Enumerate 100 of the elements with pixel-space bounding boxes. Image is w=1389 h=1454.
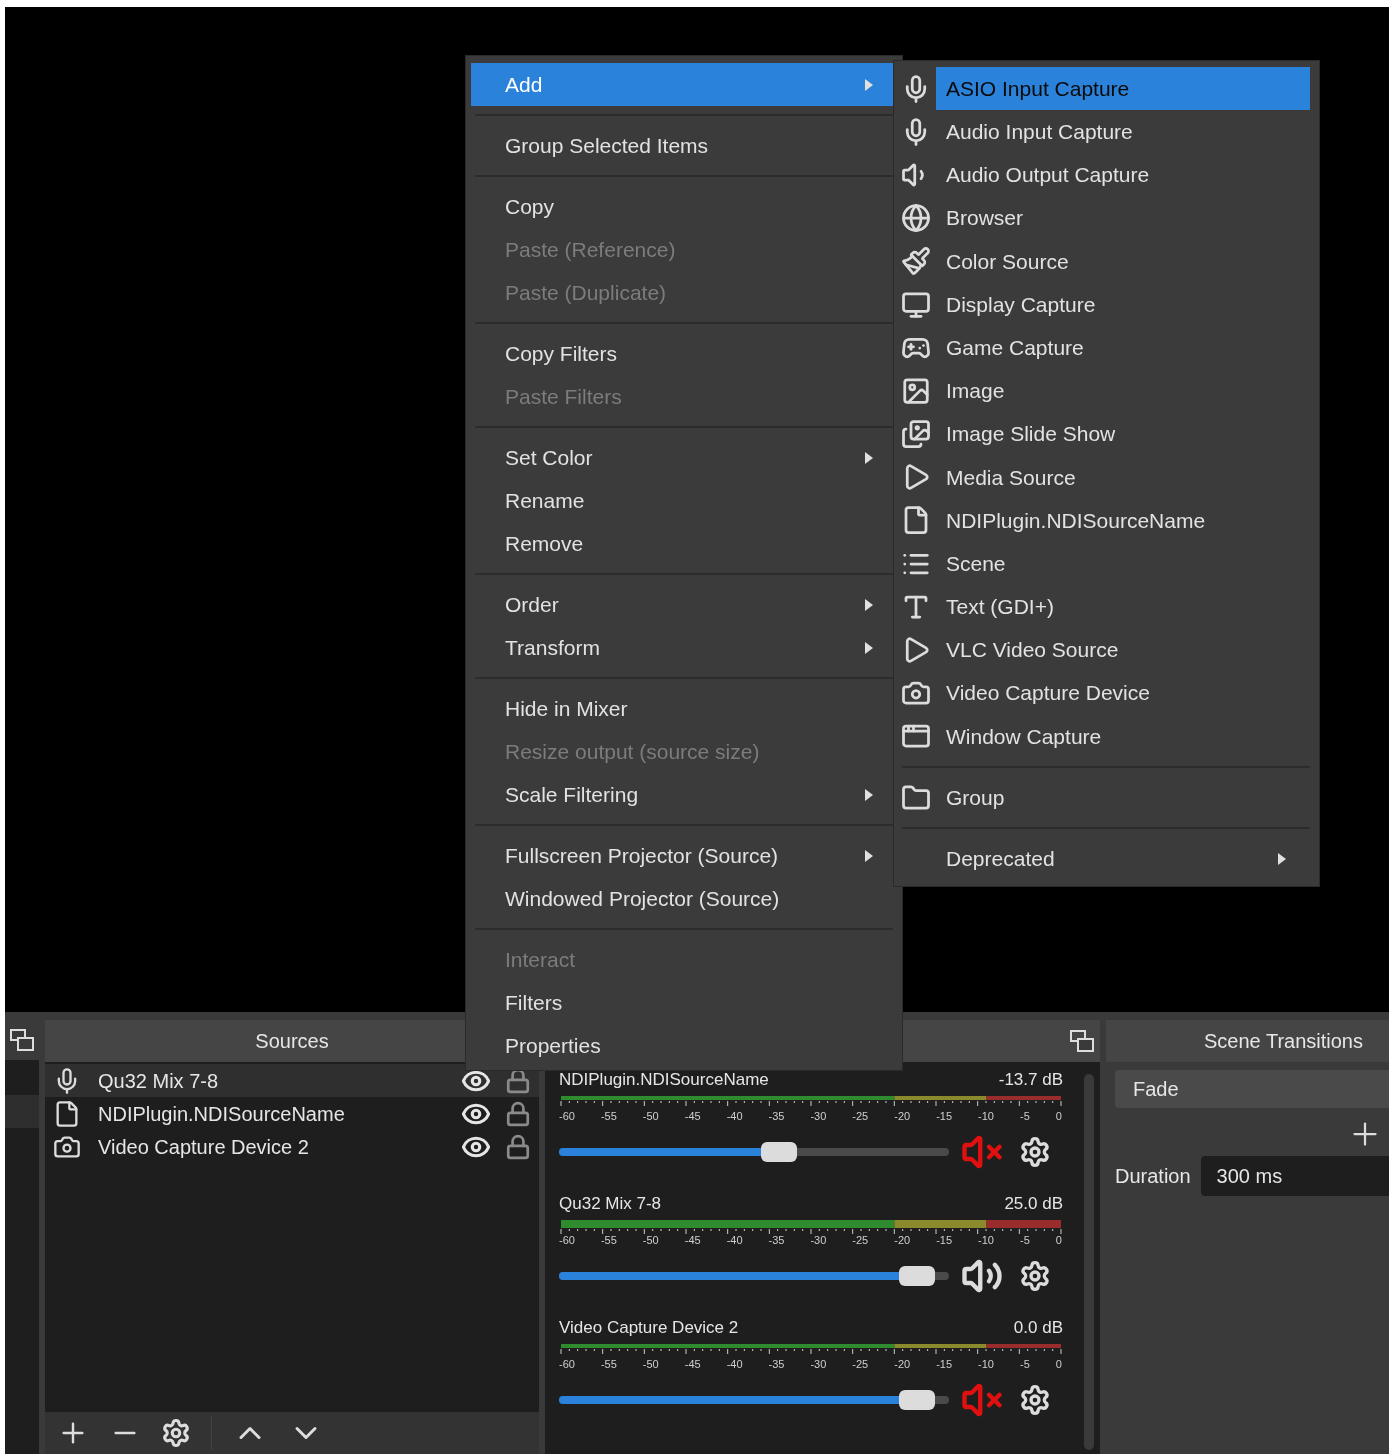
scale-label: -30 bbox=[810, 1234, 827, 1247]
channel-reading: 25.0 dB bbox=[1004, 1192, 1063, 1215]
source-name: Video Capture Device 2 bbox=[98, 1134, 310, 1160]
images-icon bbox=[901, 419, 931, 450]
caret-icon bbox=[865, 788, 873, 801]
source-row[interactable]: Video Capture Device 2 bbox=[45, 1130, 539, 1163]
menu-item[interactable]: Set Color bbox=[471, 436, 897, 479]
menu-item[interactable]: Filters bbox=[471, 981, 897, 1024]
scale-label: -55 bbox=[600, 1358, 617, 1371]
panel-title: Scene Transitions bbox=[1106, 1020, 1389, 1062]
menu-item[interactable]: Group Selected Items bbox=[471, 124, 897, 167]
menu-item[interactable]: Rename bbox=[471, 479, 897, 522]
float-icon[interactable] bbox=[1070, 1030, 1094, 1052]
scale-label: -60 bbox=[559, 1234, 575, 1247]
source-name: Qu32 Mix 7-8 bbox=[98, 1068, 220, 1094]
submenu-item[interactable]: VLC Video Source bbox=[936, 628, 1310, 672]
menu-item[interactable]: Windowed Projector (Source) bbox=[471, 877, 897, 920]
submenu-item[interactable]: ASIO Input Capture bbox=[936, 67, 1310, 111]
scale-label: -20 bbox=[894, 1358, 911, 1371]
scale-label: 0 bbox=[1055, 1358, 1062, 1371]
submenu-item[interactable]: Media Source bbox=[936, 455, 1310, 499]
submenu-item[interactable]: Image Slide Show bbox=[936, 412, 1310, 456]
channel-reading: 0.0 dB bbox=[1013, 1316, 1063, 1339]
submenu-item[interactable]: Audio Output Capture bbox=[936, 153, 1310, 197]
menu-item[interactable]: Transform bbox=[471, 626, 897, 669]
scale-label: -50 bbox=[642, 1358, 659, 1371]
caret-icon bbox=[865, 849, 873, 862]
menu-item[interactable]: Copy Filters bbox=[471, 332, 897, 375]
scale-label: -10 bbox=[978, 1234, 994, 1247]
settings-icon[interactable] bbox=[1019, 1136, 1051, 1168]
duration-label: Duration bbox=[1115, 1164, 1191, 1189]
scale-label: -55 bbox=[600, 1234, 617, 1247]
source-row[interactable]: NDIPlugin.NDISourceName bbox=[45, 1097, 539, 1130]
lock-icon[interactable] bbox=[505, 1100, 531, 1127]
scale-label: -5 bbox=[1019, 1358, 1030, 1371]
caret-icon bbox=[865, 598, 873, 611]
scale-label: -55 bbox=[600, 1110, 617, 1123]
slider-thumb[interactable] bbox=[898, 1390, 935, 1410]
submenu-item[interactable]: Display Capture bbox=[936, 282, 1310, 327]
submenu-item[interactable]: Audio Input Capture bbox=[936, 110, 1310, 154]
duration-field[interactable]: 300 ms bbox=[1200, 1156, 1389, 1196]
paintbrush-icon bbox=[901, 246, 931, 277]
source-row[interactable]: Qu32 Mix 7-8 bbox=[45, 1064, 539, 1097]
transition-select[interactable]: Fade bbox=[1115, 1070, 1389, 1108]
submenu-item[interactable]: Deprecated bbox=[936, 837, 1310, 881]
submenu-item[interactable]: Scene bbox=[936, 542, 1310, 586]
scale-label: 0 bbox=[1055, 1110, 1062, 1123]
scale-label: -60 bbox=[559, 1358, 575, 1371]
menu-item[interactable]: Scale Filtering bbox=[471, 773, 897, 816]
menu-item[interactable]: Copy bbox=[471, 185, 897, 228]
menu-item[interactable]: Order bbox=[471, 583, 897, 626]
scale-label: -10 bbox=[978, 1110, 994, 1123]
scale-label: -45 bbox=[684, 1110, 701, 1123]
submenu-item[interactable]: Image bbox=[936, 369, 1310, 413]
menu-item[interactable]: Hide in Mixer bbox=[471, 687, 897, 730]
submenu-item[interactable]: Color Source bbox=[936, 239, 1310, 283]
caret-icon bbox=[865, 78, 873, 91]
menu-item[interactable]: Fullscreen Projector (Source) bbox=[471, 834, 897, 877]
scale-label: -30 bbox=[810, 1358, 827, 1371]
globe-icon bbox=[901, 203, 931, 234]
scale-label: -60 bbox=[559, 1110, 575, 1123]
scale-label: -25 bbox=[852, 1110, 869, 1123]
volume-slider[interactable] bbox=[559, 1266, 949, 1286]
scale-label: -15 bbox=[936, 1234, 953, 1247]
caret-icon bbox=[1278, 852, 1286, 865]
settings-icon[interactable] bbox=[1019, 1260, 1051, 1292]
channel-name: Video Capture Device 2 bbox=[559, 1316, 739, 1339]
submenu-item[interactable]: Text (GDI+) bbox=[936, 585, 1310, 629]
scale-label: -35 bbox=[768, 1110, 785, 1123]
lock-icon[interactable] bbox=[505, 1133, 531, 1160]
submenu-item[interactable]: Browser bbox=[936, 196, 1310, 240]
slider-thumb[interactable] bbox=[760, 1142, 797, 1162]
channel-reading: -13.7 dB bbox=[998, 1068, 1063, 1091]
scale-label: -40 bbox=[726, 1234, 743, 1247]
scale-label: -50 bbox=[642, 1234, 659, 1247]
submenu-item[interactable]: Group bbox=[936, 776, 1310, 820]
submenu-item[interactable]: Game Capture bbox=[936, 326, 1310, 370]
scale-label: -25 bbox=[852, 1358, 869, 1371]
float-icon[interactable] bbox=[10, 1029, 34, 1051]
submenu-item[interactable]: NDIPlugin.NDISourceName bbox=[936, 498, 1310, 543]
scale-label: -20 bbox=[894, 1110, 911, 1123]
settings-icon[interactable] bbox=[161, 1418, 191, 1448]
scale-label: -50 bbox=[642, 1110, 659, 1123]
volume-slider[interactable] bbox=[559, 1390, 949, 1410]
settings-icon[interactable] bbox=[1019, 1384, 1051, 1416]
slider-thumb[interactable] bbox=[898, 1266, 935, 1286]
scale-label: -15 bbox=[936, 1358, 953, 1371]
scale-label: -45 bbox=[684, 1358, 701, 1371]
volume-slider[interactable] bbox=[559, 1142, 949, 1162]
submenu-item[interactable]: Video Capture Device bbox=[936, 671, 1310, 715]
caret-icon bbox=[865, 451, 873, 464]
scale-label: -30 bbox=[810, 1110, 827, 1123]
scale-label: 0 bbox=[1055, 1234, 1062, 1247]
channel-name: NDIPlugin.NDISourceName bbox=[559, 1068, 769, 1091]
menu-item[interactable]: Properties bbox=[471, 1024, 897, 1067]
submenu-item[interactable]: Window Capture bbox=[936, 714, 1310, 758]
scale-label: -15 bbox=[936, 1110, 953, 1123]
scale-label: -45 bbox=[684, 1234, 701, 1247]
menu-item[interactable]: Remove bbox=[471, 522, 897, 565]
caret-icon bbox=[865, 641, 873, 654]
